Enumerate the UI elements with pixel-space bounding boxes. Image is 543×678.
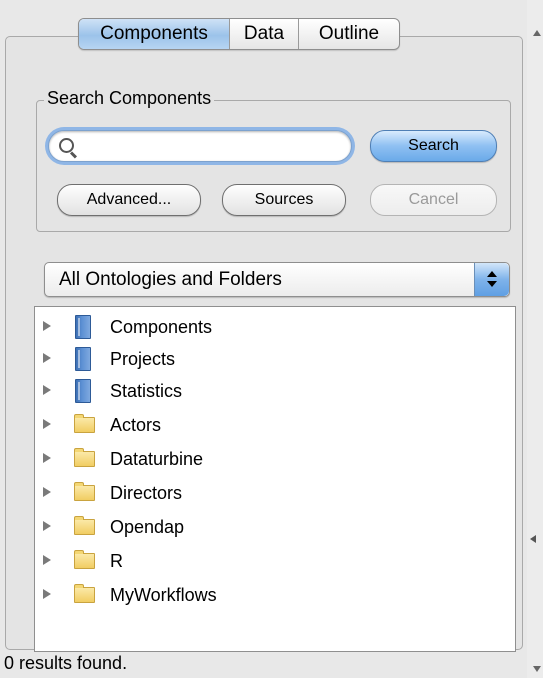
search-group-title: Search Components: [44, 88, 215, 109]
tree-item-actors[interactable]: Actors: [35, 409, 515, 441]
folder-icon: [74, 550, 95, 569]
tree-item-dataturbine[interactable]: Dataturbine: [35, 443, 515, 475]
tree-item-opendap[interactable]: Opendap: [35, 511, 515, 543]
tree-item-label: Actors: [110, 415, 162, 435]
disclosure-triangle-icon[interactable]: [43, 521, 51, 531]
tab-bar: Components Data Outline: [78, 18, 400, 50]
ontology-scope-value: All Ontologies and Folders: [59, 269, 282, 290]
sources-button[interactable]: Sources: [222, 184, 346, 216]
search-field[interactable]: [48, 130, 352, 162]
folder-icon: [74, 516, 95, 535]
folder-icon: [74, 448, 95, 467]
book-icon: [75, 379, 91, 403]
tree-item-label: Statistics: [110, 381, 183, 401]
search-icon: [59, 138, 74, 153]
disclosure-triangle-icon[interactable]: [43, 353, 51, 363]
tree-item-label: Projects: [110, 349, 176, 369]
tree-item-statistics[interactable]: Statistics: [35, 375, 515, 407]
tree-item-label: MyWorkflows: [110, 585, 217, 605]
disclosure-triangle-icon[interactable]: [43, 453, 51, 463]
select-stepper-icon[interactable]: [474, 263, 509, 296]
disclosure-triangle-icon[interactable]: [43, 419, 51, 429]
disclosure-triangle-icon[interactable]: [43, 487, 51, 497]
tree-item-myworkflows[interactable]: MyWorkflows: [35, 579, 515, 611]
advanced-button[interactable]: Advanced...: [57, 184, 201, 216]
folder-icon: [74, 584, 95, 603]
disclosure-triangle-icon[interactable]: [43, 555, 51, 565]
tree-item-directors[interactable]: Directors: [35, 477, 515, 509]
tree-item-components[interactable]: Components: [35, 311, 515, 343]
folder-icon: [74, 414, 95, 433]
tree-item-label: Dataturbine: [110, 449, 204, 469]
tree-item-label: R: [110, 551, 123, 571]
components-panel: Components Data Outline Search Component…: [0, 0, 543, 678]
search-input[interactable]: [83, 134, 347, 160]
resize-up-icon: [533, 30, 541, 36]
tree-item-r[interactable]: R: [35, 545, 515, 577]
ontology-scope-select[interactable]: All Ontologies and Folders: [44, 262, 510, 297]
book-icon: [75, 315, 91, 339]
collapse-arrow-icon[interactable]: [530, 535, 536, 543]
tree-item-label: Opendap: [110, 517, 185, 537]
tab-data[interactable]: Data: [230, 19, 299, 49]
disclosure-triangle-icon[interactable]: [43, 589, 51, 599]
tree-item-label: Directors: [110, 483, 183, 503]
resize-down-icon: [533, 666, 541, 672]
window-edge: [527, 0, 543, 678]
component-tree[interactable]: Components Projects Statistics Actors Da…: [34, 306, 516, 652]
tab-outline[interactable]: Outline: [299, 19, 399, 49]
results-status: 0 results found.: [4, 653, 128, 673]
disclosure-triangle-icon[interactable]: [43, 385, 51, 395]
tab-components[interactable]: Components: [79, 19, 230, 49]
search-button[interactable]: Search: [370, 130, 497, 162]
book-icon: [75, 347, 91, 371]
cancel-button: Cancel: [370, 184, 497, 216]
tree-item-label: Components: [110, 317, 213, 337]
disclosure-triangle-icon[interactable]: [43, 321, 51, 331]
tree-item-projects[interactable]: Projects: [35, 343, 515, 375]
folder-icon: [74, 482, 95, 501]
